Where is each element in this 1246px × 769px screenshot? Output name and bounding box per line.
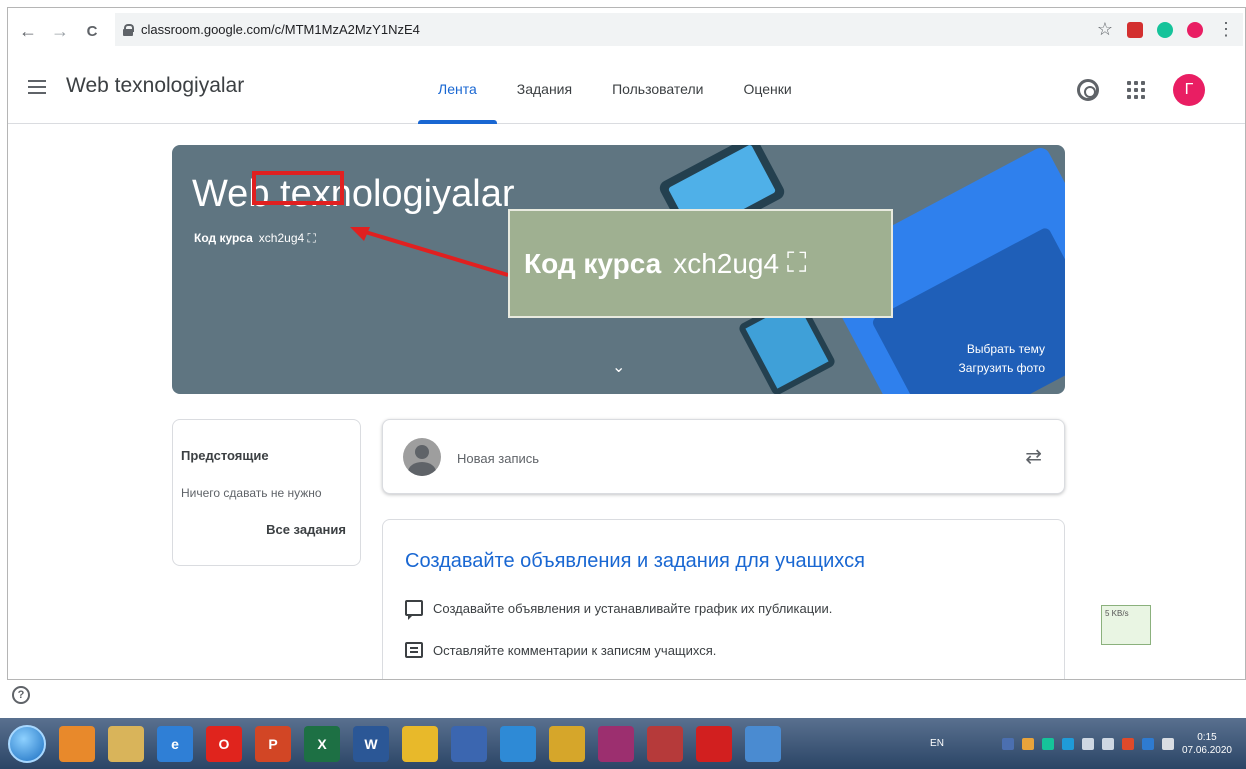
new-post-placeholder[interactable]: Новая запись [457,451,539,466]
winrar-icon[interactable] [598,725,634,762]
upcoming-card: Предстоящие Ничего сдавать не нужно Все … [172,419,361,566]
volume-icon[interactable] [1101,737,1114,750]
repost-icon[interactable]: ⇄ [1025,444,1042,469]
tray-icon[interactable] [1021,737,1034,750]
class-code-value: xch2ug4 [258,231,305,245]
star-icon[interactable]: ☆ [1097,19,1113,40]
new-post-card[interactable]: Новая запись ⇄ [382,419,1065,494]
header-actions: Г [1077,74,1205,106]
extensions-area: ☆ ⋮ [1097,13,1235,46]
classroom-header: Web texnologiyalar Лента Задания Пользов… [8,54,1245,124]
system-tray: EN 0:15 07.06.2020 [930,718,1232,769]
avatar [403,438,441,476]
banner-links: Выбрать тему Загрузить фото [959,340,1045,378]
class-code-callout: Код курса xch2ug4 ⛶ [508,209,893,318]
tray-icon[interactable] [1141,737,1154,750]
class-code-label: Код курса [194,231,253,245]
clock[interactable]: 0:15 07.06.2020 [1182,731,1232,757]
start-button[interactable] [8,724,46,763]
fullscreen-icon: ⛶ [786,247,807,278]
taskbar-apps: eOPXW [46,725,781,762]
snipping-icon[interactable] [647,725,683,762]
forward-icon[interactable]: → [48,19,72,43]
internet-explorer-icon[interactable]: e [157,725,193,762]
opera-icon[interactable]: O [206,725,242,762]
language-indicator[interactable]: EN [930,738,944,749]
tab-stream[interactable]: Лента [418,54,497,124]
message-icon [405,600,423,620]
app-blue-icon[interactable] [500,725,536,762]
lock-icon [123,23,134,36]
excel-icon[interactable]: X [304,725,340,762]
files-icon[interactable] [108,725,144,762]
clock-time: 0:15 [1197,731,1217,743]
tray-icon[interactable] [1061,737,1074,750]
info-card: Создавайте объявления и задания для учащ… [382,519,1065,679]
grammarly-tray-icon[interactable] [1041,737,1054,750]
browser-toolbar: ← → C classroom.google.com/c/MTM1MzA2MzY… [8,8,1245,54]
media-player-icon[interactable] [59,725,95,762]
acrobat-icon[interactable] [696,725,732,762]
info-row: Создавайте объявления и устанавливайте г… [405,600,833,620]
view-all-link[interactable]: Все задания [266,522,346,537]
callout-code-label: Код курса [524,247,662,279]
select-theme-link[interactable]: Выбрать тему [959,340,1045,359]
tray-icon[interactable] [1001,737,1014,750]
back-icon[interactable]: ← [16,19,40,43]
grammarly-icon[interactable] [1157,21,1173,38]
tray-icon[interactable] [1161,737,1174,750]
extension-red-icon[interactable] [1127,21,1143,38]
reload-icon[interactable]: C [80,19,104,43]
info-row-text: Создавайте объявления и устанавливайте г… [433,600,833,616]
save-icon[interactable] [451,725,487,762]
user-avatar[interactable]: Г [1173,74,1205,106]
upload-photo-link[interactable]: Загрузить фото [959,359,1045,378]
browser-window: ← → C classroom.google.com/c/MTM1MzA2MzY… [7,7,1246,680]
tray-icon[interactable] [1121,737,1134,750]
expand-chevron-icon[interactable]: ⌄ [612,357,625,377]
annotation-arrow [350,227,509,277]
powerpoint-icon[interactable]: P [255,725,291,762]
url-text: classroom.google.com/c/MTM1MzA2MzY1NzE4 [141,22,420,37]
banner-title: Web texnologiyalar [192,173,515,215]
tab-classwork[interactable]: Задания [497,54,592,124]
help-icon[interactable]: ? [12,686,30,704]
info-row: Оставляйте комментарии к записям учащихс… [405,642,716,658]
network-speed-text: 5 KB/s [1105,609,1129,618]
highlight-box [252,171,344,205]
app-yellow-icon[interactable] [549,725,585,762]
network-speed-widget[interactable]: 5 KB/s [1101,605,1151,645]
upcoming-subtitle: Ничего сдавать не нужно [181,486,322,500]
hamburger-menu-icon[interactable] [28,80,46,94]
chrome-icon[interactable] [402,725,438,762]
class-tabs: Лента Задания Пользователи Оценки [418,54,812,124]
fullscreen-icon[interactable]: ⛶ [308,231,316,245]
paint-icon[interactable] [745,725,781,762]
profile-icon[interactable] [1187,21,1203,38]
info-row-text: Оставляйте комментарии к записям учащихс… [433,642,717,658]
address-bar[interactable]: classroom.google.com/c/MTM1MzA2MzY1NzE4 … [115,13,1243,46]
tab-grades[interactable]: Оценки [723,54,811,124]
menu-dots-icon[interactable]: ⋮ [1217,19,1235,40]
callout-code-value: xch2ug4 [673,247,780,279]
apps-grid-icon[interactable] [1127,81,1145,99]
class-title[interactable]: Web texnologiyalar [66,74,244,98]
clock-date: 07.06.2020 [1181,744,1232,756]
class-code: Код курса xch2ug4 ⛶ [194,231,316,246]
comment-icon [405,642,423,658]
settings-gear-icon[interactable] [1077,79,1099,101]
signal-icon[interactable] [1081,737,1094,750]
tab-people[interactable]: Пользователи [592,54,723,124]
windows-taskbar: eOPXW EN 0:15 07.06.2020 [0,718,1246,769]
info-title: Создавайте объявления и задания для учащ… [405,550,865,572]
upcoming-title: Предстоящие [181,448,269,463]
word-icon[interactable]: W [353,725,389,762]
